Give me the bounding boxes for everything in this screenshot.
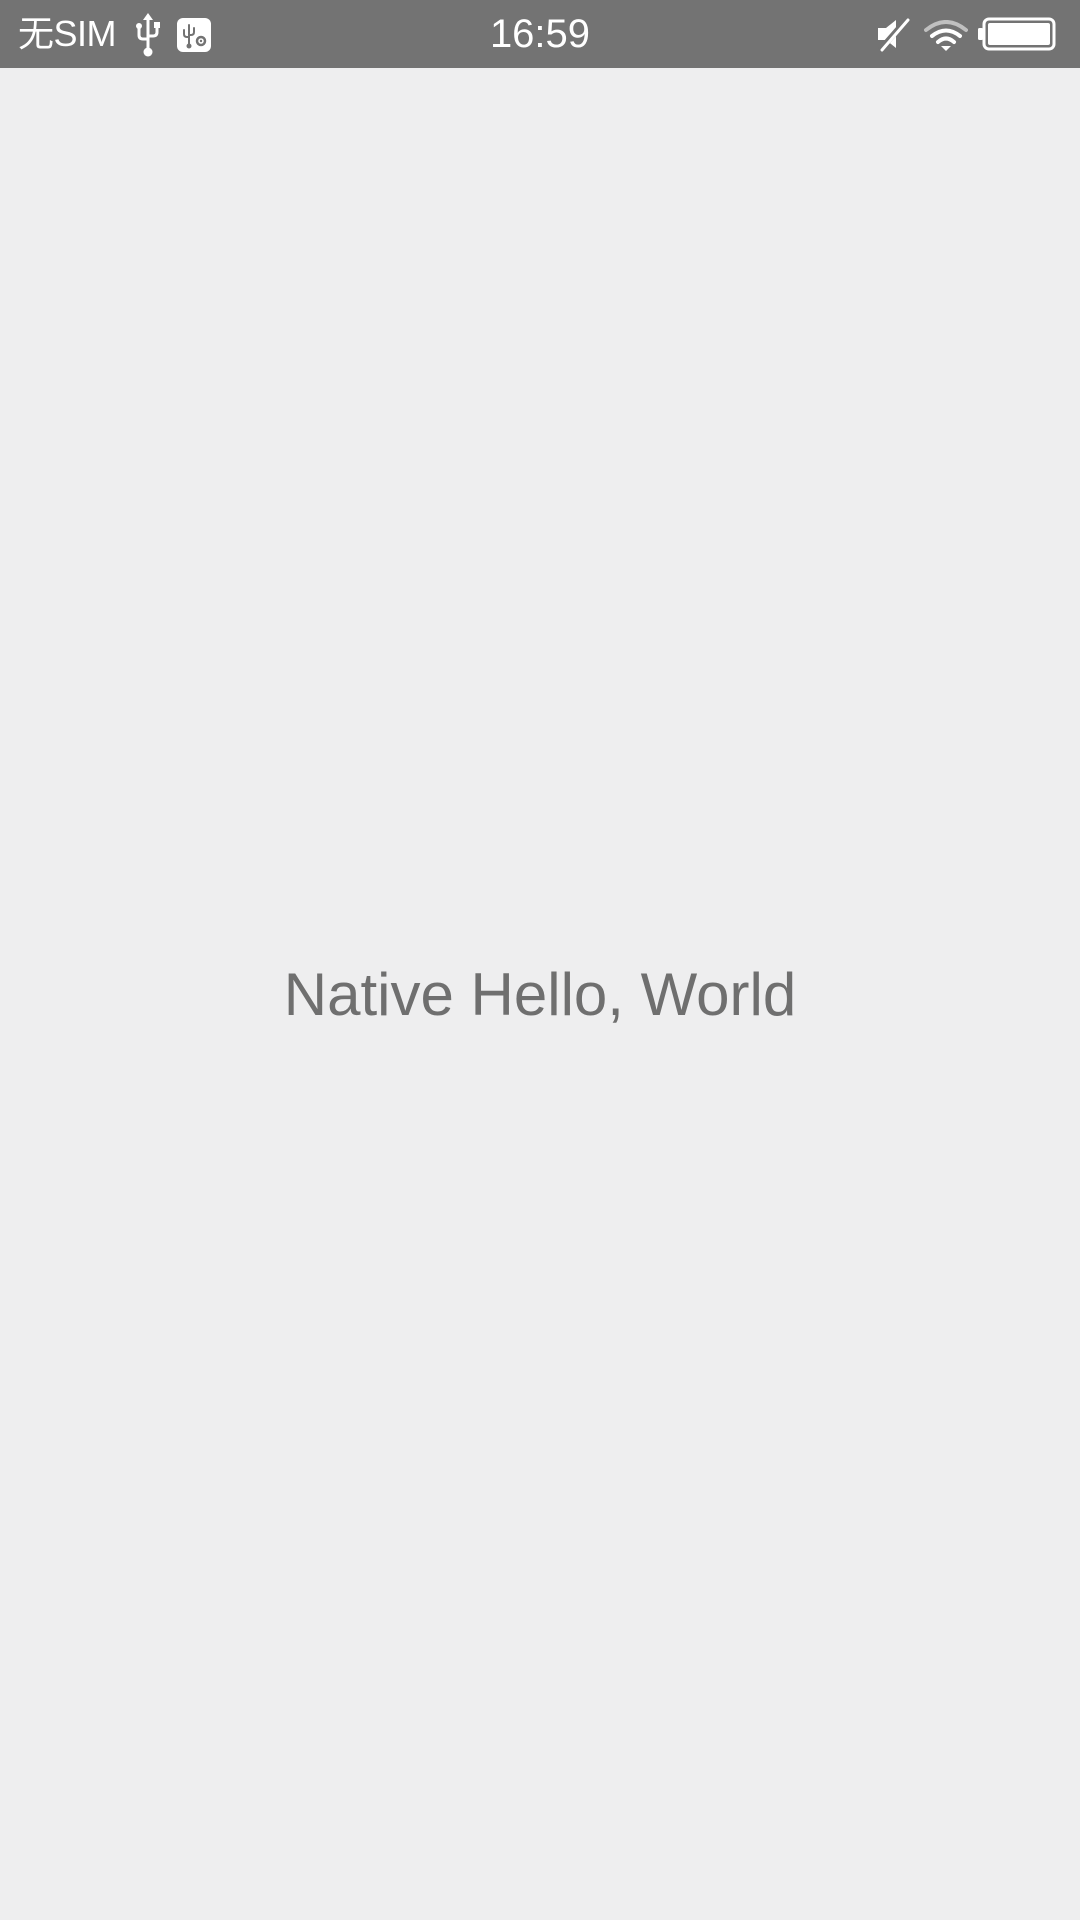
hello-message: Native Hello, World <box>283 961 797 1028</box>
status-bar: 无SIM 16:59 <box>0 0 1080 68</box>
wifi-icon <box>924 20 968 51</box>
mute-icon <box>877 16 910 52</box>
battery-icon <box>978 17 1056 51</box>
clock: 16:59 <box>489 12 591 56</box>
